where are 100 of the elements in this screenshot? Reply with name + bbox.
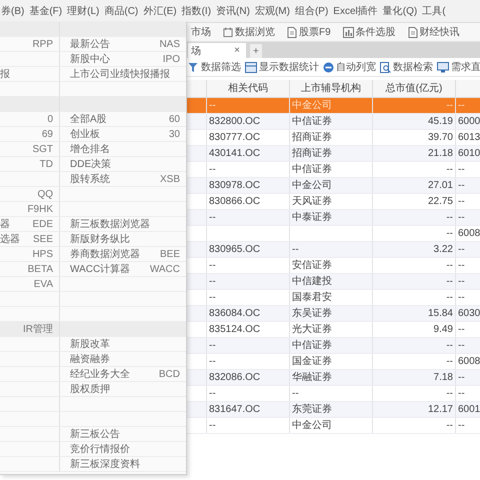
shortcut-label: 60 [168, 114, 180, 124]
column-header[interactable]: 总市值(亿元) [373, 80, 456, 97]
close-button[interactable]: × [234, 45, 240, 56]
menu-item[interactable]: 指数(I) [182, 4, 212, 18]
menu-item[interactable]: 宏观(M) [254, 4, 290, 18]
table-cell: 东莞证券 [290, 402, 373, 417]
table-cell: 835124.OC [207, 322, 290, 337]
table-cell: 东吴证券 [290, 306, 373, 321]
menu-item[interactable]: 新三板深度资料 [70, 457, 140, 471]
table-cell: -- [207, 210, 290, 225]
table-cell: 中信证券 [290, 338, 373, 353]
table-cell: 27.01 [373, 178, 456, 193]
table-cell: -- [456, 322, 480, 337]
table-cell: -- [373, 210, 456, 225]
table-cell: -- [290, 386, 373, 401]
table-cell: -- [207, 290, 290, 305]
table-cell: 832086.OC [207, 370, 290, 385]
table-cell: 9.49 [373, 322, 456, 337]
table-cell: 6000 [456, 114, 480, 129]
menu-item[interactable]: 工具( [422, 4, 446, 18]
toolbar-button[interactable]: 数据检索 [380, 60, 433, 74]
menu-item[interactable]: 理财(L) [67, 4, 100, 18]
menu-item[interactable]: 组合(P) [294, 4, 328, 18]
menu-item[interactable]: 新股中心 [70, 52, 110, 66]
table-cell: -- [456, 194, 480, 209]
table-cell: -- [456, 98, 480, 113]
table-cell: 中信证券 [290, 114, 373, 129]
table-cell: -- [207, 162, 290, 177]
table-cell: -- [373, 274, 456, 289]
table-cell: -- [456, 418, 480, 433]
toolbar-button[interactable]: 数据浏览 [223, 25, 275, 39]
table-cell: 21.18 [373, 146, 456, 161]
column-header[interactable]: 相关代码 [207, 80, 290, 97]
table-cell: 光大证券 [290, 322, 373, 337]
menu-item[interactable]: 券商数据浏览器 [70, 247, 140, 261]
tab[interactable]: 场 × [188, 43, 246, 58]
menu-item[interactable]: 商品(C) [104, 4, 138, 18]
menu-item[interactable]: 竞价行情报价 [70, 442, 130, 456]
table-cell: -- [373, 354, 456, 369]
document-icon [408, 26, 418, 38]
table-cell: 天风证券 [290, 194, 373, 209]
toolbar-button[interactable]: 市场 [191, 25, 211, 39]
minus-circle-icon [323, 62, 334, 72]
menu-item[interactable]: 最新公告 [70, 37, 110, 51]
toolbar-button[interactable]: 财经快讯 [408, 25, 460, 39]
menu-item[interactable]: 经纪业务大全 [70, 367, 130, 381]
table-cell: -- [456, 370, 480, 385]
table-cell: -- [456, 386, 480, 401]
menu-item[interactable]: WACC计算器 [70, 262, 130, 276]
shortcut-label: SEE [32, 234, 53, 244]
table-cell: -- [373, 290, 456, 305]
table-cell: -- [373, 258, 456, 273]
tab-label: 场 [191, 44, 201, 58]
toolbar-button[interactable]: 条件选股 [342, 25, 396, 39]
toolbar-button[interactable]: 股票F9 [287, 25, 331, 39]
table-cell: 45.19 [373, 114, 456, 129]
table-cell: 6008 [456, 354, 480, 369]
table-cell: 7.18 [373, 370, 456, 385]
calendar-icon [223, 26, 233, 38]
menu-item[interactable]: 创业板 [70, 127, 100, 141]
menu-item[interactable]: 全部A股 [70, 112, 107, 126]
toolbar-button[interactable]: 自动列宽 [323, 60, 376, 74]
table-cell: -- [373, 386, 456, 401]
new-tab-button[interactable]: + [250, 44, 262, 58]
table-cell: 招商证券 [290, 130, 373, 145]
menu-item[interactable]: 基金(F) [29, 4, 62, 18]
table-cell: -- [456, 274, 480, 289]
table-cell: 830978.OC [207, 178, 290, 193]
table-cell: 15.84 [373, 306, 456, 321]
table-cell: 12.17 [373, 402, 456, 417]
section-title: IR管理 [23, 323, 53, 336]
menu-item[interactable]: 融资融券 [70, 352, 110, 366]
menu-item[interactable]: 券(B) [1, 4, 24, 18]
monitor-icon [437, 62, 449, 72]
menu-item[interactable]: 外汇(E) [143, 4, 177, 18]
table-cell: 6013 [456, 130, 480, 145]
table-icon [245, 62, 257, 72]
shortcut-label: BETA [28, 264, 53, 274]
table-cell: 6001 [456, 402, 480, 417]
menu-item[interactable]: 量化(Q) [382, 4, 418, 18]
shortcut-label: 0 [47, 114, 53, 124]
menu-item[interactable]: 报 [0, 67, 10, 81]
search-icon [380, 62, 391, 72]
shortcut-label: BEE [160, 248, 180, 260]
toolbar-button[interactable]: 数据筛选 [188, 60, 241, 74]
menu-item[interactable]: Excel插件 [333, 4, 378, 18]
table-cell: -- [456, 162, 480, 177]
table-cell: 中泰证券 [290, 210, 373, 225]
table-cell: 832800.OC [207, 114, 290, 129]
table-cell: 830866.OC [207, 194, 290, 209]
menu-item[interactable]: 资讯(N) [216, 4, 250, 18]
column-header[interactable]: 上市辅导机构 [290, 80, 373, 97]
table-cell: -- [373, 98, 456, 113]
table-cell: -- [456, 258, 480, 273]
menu-item[interactable]: 上市公司业绩快报播报 [70, 67, 170, 81]
shortcut-label: RPP [32, 38, 53, 50]
shortcut-label: WACC [150, 264, 180, 274]
table-cell: 831647.OC [207, 402, 290, 417]
toolbar-button[interactable]: 显示数据统计 [245, 60, 319, 74]
menu-item[interactable]: 新股改革 [70, 337, 110, 351]
